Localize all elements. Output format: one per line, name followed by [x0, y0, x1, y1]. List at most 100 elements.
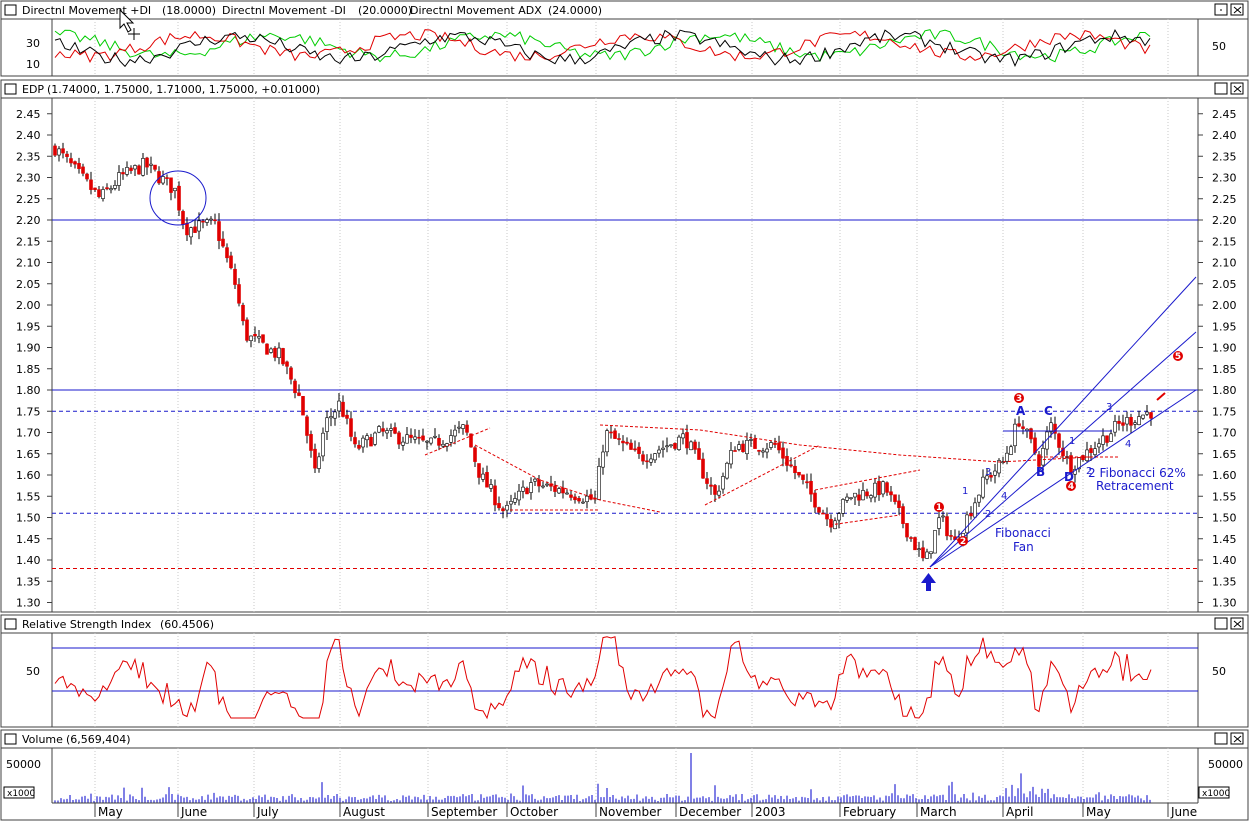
month-label: May [1086, 805, 1111, 819]
candle-body [769, 442, 773, 448]
candle-body [969, 513, 973, 517]
dmi-menu-icon[interactable] [4, 4, 17, 16]
candle-body [689, 441, 693, 451]
candle-body [1117, 420, 1121, 424]
candle-body [337, 400, 341, 412]
price-tick-left: 1.35 [16, 575, 41, 588]
candle-body [517, 490, 521, 501]
price-tick-right: 2.30 [1212, 172, 1237, 185]
candle-body [937, 517, 941, 529]
volume-menu-icon[interactable] [4, 733, 17, 745]
candle-body [865, 491, 869, 497]
candle-body [609, 431, 613, 434]
price-tick-left: 1.80 [16, 384, 41, 397]
candle-body [169, 177, 173, 193]
candle-body [833, 520, 837, 530]
candle-body [1101, 435, 1105, 445]
candle-body [573, 496, 577, 501]
svg-text:3: 3 [1016, 394, 1022, 404]
rsi-value: (60.4506) [160, 618, 214, 631]
price-symbol: EDP [22, 83, 44, 96]
candle-body [1109, 433, 1113, 442]
candle-body [341, 401, 345, 417]
volume-maximize-button[interactable] [1214, 732, 1228, 745]
price-tick-left: 1.85 [16, 363, 41, 376]
candle-body [581, 501, 585, 504]
candle-body [525, 487, 529, 495]
candle-body [233, 268, 237, 285]
rsi-maximize-button[interactable] [1214, 617, 1228, 630]
volume-title: Volume [22, 733, 63, 746]
price-tick-right: 1.95 [1212, 320, 1237, 333]
candle-body [797, 471, 801, 476]
candle-body [1029, 428, 1033, 440]
candle-body [545, 483, 549, 486]
fib-fan-line2: Fan [1013, 540, 1034, 554]
price-tick-right: 1.70 [1212, 427, 1237, 440]
dmi-minus-value: (20.0000) [358, 4, 412, 17]
candle-body [189, 227, 193, 238]
candle-body [729, 450, 733, 465]
candle-body [1133, 422, 1137, 425]
month-label: November [599, 805, 661, 819]
candle-body [541, 485, 545, 488]
candle-body [273, 347, 277, 358]
candle-body [277, 347, 281, 359]
candle-body [785, 455, 789, 466]
candle-body [869, 495, 873, 499]
candle-body [693, 441, 697, 450]
candle-body [669, 444, 673, 447]
price-tick-right: 1.60 [1212, 469, 1237, 482]
candle-body [185, 222, 189, 236]
candle-body [105, 187, 109, 190]
candle-body [57, 148, 61, 156]
candle-body [437, 437, 441, 446]
candle-body [893, 494, 897, 502]
candle-body [181, 211, 185, 225]
candle-body [73, 161, 77, 165]
candle-body [113, 185, 117, 189]
candle-body [761, 450, 765, 453]
candle-body [1129, 416, 1133, 426]
candle-body [425, 440, 429, 443]
candle-body [677, 436, 681, 450]
candle-body [129, 167, 133, 171]
candle-body [77, 163, 81, 169]
svg-text:5: 5 [1175, 352, 1181, 362]
candle-body [237, 284, 241, 304]
candle-body [665, 445, 669, 448]
candle-body [977, 494, 981, 503]
candle-body [205, 219, 209, 223]
candle-body [369, 436, 373, 447]
candle-body [173, 187, 177, 192]
candle-body [309, 434, 313, 451]
dmi-title-plus: Directnl Movement +DI [22, 4, 151, 17]
candle-body [209, 218, 213, 221]
candle-body [697, 448, 701, 460]
rsi-menu-icon[interactable] [4, 618, 17, 630]
svg-text:1: 1 [936, 503, 942, 513]
candle-body [417, 436, 421, 439]
price-tick-right: 2.45 [1212, 108, 1237, 121]
price-tick-left: 2.35 [16, 150, 41, 163]
price-tick-right: 1.75 [1212, 405, 1237, 418]
price-tick-right: 2.35 [1212, 150, 1237, 163]
month-label: August [343, 805, 385, 819]
candle-body [217, 221, 221, 241]
price-ohlc: (1.74000, 1.75000, 1.71000, 1.75000, +0.… [47, 83, 320, 96]
svg-text:1: 1 [962, 486, 968, 497]
candle-body [929, 551, 933, 554]
price-menu-icon[interactable] [4, 83, 17, 95]
candle-body [753, 438, 757, 449]
candle-body [793, 465, 797, 474]
candle-body [93, 187, 97, 190]
candle-body [965, 514, 969, 534]
candle-body [313, 448, 317, 469]
month-label: September [431, 805, 497, 819]
price-tick-right: 2.05 [1212, 278, 1237, 291]
fib-retr-line2: Retracement [1096, 479, 1174, 493]
price-maximize-button[interactable] [1214, 82, 1228, 95]
candle-body [401, 441, 405, 446]
candle-body [621, 440, 625, 444]
candle-body [1057, 433, 1061, 448]
